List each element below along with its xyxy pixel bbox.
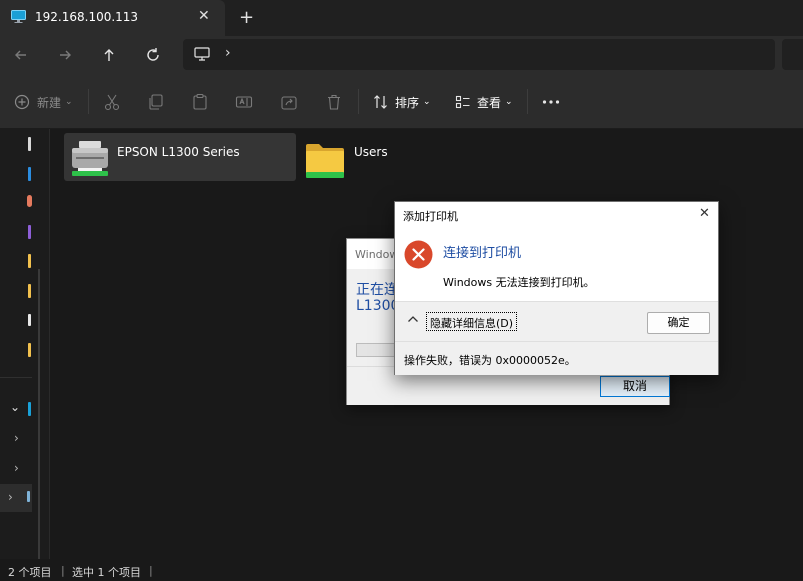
error-heading: 连接到打印机: [443, 246, 522, 261]
rename-button[interactable]: [235, 92, 253, 112]
list-item-printer[interactable]: EPSON L1300 Series: [64, 133, 296, 181]
item-name: Users: [354, 145, 388, 159]
details-panel: 操作失败，错误为 0x0000052e。: [395, 341, 718, 375]
command-bar: 新建 ⌄ 排序 ⌄ 查看 ⌄: [0, 74, 803, 129]
toolbar-divider: [358, 89, 359, 114]
breadcrumb-chevron-icon[interactable]: ›: [225, 45, 231, 61]
search-box[interactable]: [782, 39, 803, 70]
nav-this-pc-icon[interactable]: [28, 402, 31, 416]
sort-label: 排序: [395, 95, 420, 110]
copy-icon: [149, 94, 163, 110]
copy-button[interactable]: [147, 92, 165, 112]
share-icon: [281, 96, 297, 110]
view-icon: [455, 95, 470, 109]
monitor-icon: [11, 10, 26, 23]
delete-button[interactable]: [325, 92, 343, 112]
error-message: Windows 无法连接到打印机。: [443, 276, 595, 289]
nav-home-icon[interactable]: [28, 137, 31, 151]
chevron-up-icon[interactable]: [407, 314, 419, 324]
plus-circle-icon: [14, 94, 30, 110]
back-arrow-icon[interactable]: [11, 45, 31, 65]
tab-192-168-100-113[interactable]: 192.168.100.113 ✕: [0, 0, 225, 36]
sort-button[interactable]: 排序 ⌄: [373, 92, 431, 112]
selection-count: 选中 1 个项目: [72, 566, 141, 579]
new-tab-icon[interactable]: +: [239, 7, 254, 28]
scissors-icon: [104, 94, 120, 111]
tab-strip: 192.168.100.113 ✕ +: [0, 0, 803, 36]
rename-icon: [235, 96, 253, 108]
navigation-bar: ›: [0, 36, 803, 74]
clipboard-icon: [193, 93, 207, 110]
view-button[interactable]: 查看 ⌄: [455, 92, 513, 112]
collapsed-chevron-icon[interactable]: ›: [8, 490, 13, 504]
error-icon: [404, 240, 433, 269]
tab-title: 192.168.100.113: [35, 10, 139, 24]
list-item-folder[interactable]: Users: [301, 133, 451, 181]
collapsed-chevron-icon[interactable]: ›: [14, 461, 19, 475]
nav-music-icon[interactable]: [28, 314, 31, 326]
trash-icon: [328, 94, 340, 110]
nav-folder-icon[interactable]: [28, 284, 31, 298]
nav-divider: [0, 377, 32, 378]
hide-details-toggle[interactable]: 隐藏详细信息(D): [426, 312, 518, 331]
up-arrow-icon[interactable]: [99, 45, 119, 65]
chevron-down-icon: ⌄: [505, 97, 513, 107]
status-bar: 2 个项目 | 选中 1 个项目 |: [0, 559, 803, 581]
connecting-text: 正在连: [356, 282, 398, 298]
chevron-down-icon: ⌄: [65, 97, 73, 107]
more-options-button[interactable]: [542, 92, 560, 112]
nav-scrollbar[interactable]: [38, 269, 40, 559]
forward-arrow-icon[interactable]: [55, 45, 75, 65]
view-label: 查看: [477, 95, 502, 110]
nav-gallery-icon[interactable]: [28, 167, 31, 181]
computer-icon: [194, 47, 210, 61]
status-divider: |: [61, 564, 65, 577]
add-printer-error-dialog: 添加打印机 ✕ 连接到打印机 Windows 无法连接到打印机。 隐藏详细信息(…: [394, 201, 719, 375]
item-name: EPSON L1300 Series: [117, 145, 240, 159]
file-explorer-window: 192.168.100.113 ✕ + › 新建 ⌄ 排序 ⌄ 查看 ⌄ ⌄ ›…: [0, 0, 803, 581]
printer-icon: [72, 141, 108, 176]
dialog-title: Window: [355, 248, 399, 261]
network-icon: [27, 491, 30, 502]
navigation-pane: ⌄ › › ›: [0, 129, 50, 559]
expand-chevron-icon[interactable]: ⌄: [10, 400, 20, 414]
printer-model-text: L1300: [356, 298, 400, 314]
nav-folder-icon[interactable]: [28, 343, 31, 357]
collapsed-chevron-icon[interactable]: ›: [14, 431, 19, 445]
refresh-icon[interactable]: [143, 45, 163, 65]
nav-desktop-icon[interactable]: [28, 225, 31, 239]
status-divider: |: [149, 564, 153, 577]
share-button[interactable]: [280, 92, 298, 112]
cancel-button[interactable]: 取消: [600, 376, 670, 397]
details-band: 隐藏详细信息(D) 确定: [395, 301, 718, 341]
new-button[interactable]: 新建 ⌄: [14, 92, 73, 112]
error-detail-text: 操作失败，错误为 0x0000052e。: [404, 354, 576, 367]
close-tab-icon[interactable]: ✕: [198, 8, 210, 24]
sort-icon: [374, 95, 387, 109]
chevron-down-icon: ⌄: [423, 97, 431, 107]
paste-button[interactable]: [191, 92, 209, 112]
item-count: 2 个项目: [8, 566, 52, 579]
toolbar-divider: [527, 89, 528, 114]
new-label: 新建: [37, 95, 62, 110]
folder-icon: [306, 144, 344, 178]
ellipsis-icon: [542, 100, 560, 104]
toolbar-divider: [88, 89, 89, 114]
nav-folder-icon[interactable]: [28, 254, 31, 268]
nav-onedrive-icon[interactable]: [27, 195, 32, 207]
ok-button[interactable]: 确定: [647, 312, 710, 334]
close-icon[interactable]: ✕: [699, 206, 710, 221]
address-bar[interactable]: ›: [183, 39, 775, 70]
dialog-title: 添加打印机: [403, 210, 458, 223]
cut-button[interactable]: [103, 92, 121, 112]
nav-network-item[interactable]: ›: [0, 484, 32, 512]
